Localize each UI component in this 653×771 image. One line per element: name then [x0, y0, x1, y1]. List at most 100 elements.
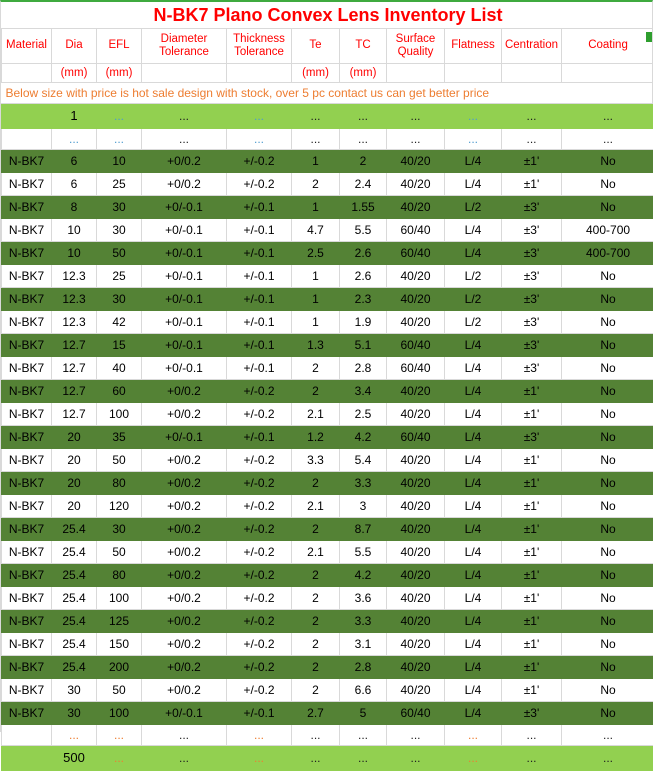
- ellipsis-cell: ...: [445, 104, 502, 129]
- cell-te: 2: [292, 656, 340, 679]
- cell-centration: ±3': [502, 265, 562, 288]
- table-row[interactable]: N-BK72035+0/-0.1+/-0.11.24.260/40L/4±3'N…: [2, 426, 653, 449]
- table-row[interactable]: N-BK725.430+0/0.2+/-0.228.740/20L/4±1'No: [2, 518, 653, 541]
- summary-value: 1: [52, 104, 97, 129]
- ellipsis-cell: ...: [292, 725, 340, 746]
- cell-material: N-BK7: [2, 219, 52, 242]
- table-row[interactable]: N-BK72050+0/0.2+/-0.23.35.440/20L/4±1'No: [2, 449, 653, 472]
- cell-tc: 4.2: [340, 564, 387, 587]
- cell-te: 2: [292, 633, 340, 656]
- cell-material: N-BK7: [2, 495, 52, 518]
- table-row[interactable]: N-BK71030+0/-0.1+/-0.14.75.560/40L/4±3'4…: [2, 219, 653, 242]
- cell-thickness-tolerance: +/-0.2: [227, 472, 292, 495]
- cell-te: 1: [292, 311, 340, 334]
- table-row[interactable]: N-BK712.325+0/-0.1+/-0.112.640/20L/2±3'N…: [2, 265, 653, 288]
- cell-surface-quality: 40/20: [387, 380, 445, 403]
- cell-coating: No: [562, 334, 653, 357]
- cell-thickness-tolerance: +/-0.2: [227, 380, 292, 403]
- cell-diameter-tolerance: +0/-0.1: [142, 357, 227, 380]
- cell-material: N-BK7: [2, 196, 52, 219]
- cell-tc: 2.8: [340, 656, 387, 679]
- cell-material: N-BK7: [2, 357, 52, 380]
- cell-te: 2: [292, 472, 340, 495]
- cell-thickness-tolerance: +/-0.1: [227, 334, 292, 357]
- header-line: Diameter: [161, 33, 208, 45]
- unit-cell: [445, 64, 502, 83]
- cell-thickness-tolerance: +/-0.2: [227, 541, 292, 564]
- ellipsis-cell: [2, 725, 52, 746]
- cell-te: 1.3: [292, 334, 340, 357]
- table-row[interactable]: N-BK725.480+0/0.2+/-0.224.240/20L/4±1'No: [2, 564, 653, 587]
- table-row[interactable]: N-BK712.760+0/0.2+/-0.223.440/20L/4±1'No: [2, 380, 653, 403]
- table-row[interactable]: N-BK7610+0/0.2+/-0.21240/20L/4±1'No: [2, 150, 653, 173]
- ellipsis-cell: ...: [562, 746, 653, 771]
- ellipsis-cell: ...: [142, 746, 227, 771]
- cell-centration: ±1': [502, 610, 562, 633]
- cell-efl: 50: [97, 541, 142, 564]
- table-row[interactable]: N-BK725.4100+0/0.2+/-0.223.640/20L/4±1'N…: [2, 587, 653, 610]
- ellipsis-cell: ...: [292, 746, 340, 771]
- table-row[interactable]: N-BK725.4125+0/0.2+/-0.223.340/20L/4±1'N…: [2, 610, 653, 633]
- column-header-surface-quality: SurfaceQuality: [387, 29, 445, 64]
- table-row[interactable]: N-BK725.4150+0/0.2+/-0.223.140/20L/4±1'N…: [2, 633, 653, 656]
- ellipsis-cell: ...: [52, 129, 97, 150]
- table-row[interactable]: N-BK712.740+0/-0.1+/-0.122.860/40L/4±3'N…: [2, 357, 653, 380]
- table-row[interactable]: N-BK712.7100+0/0.2+/-0.22.12.540/20L/4±1…: [2, 403, 653, 426]
- ellipsis-cell: ...: [502, 104, 562, 129]
- cell-diameter-tolerance: +0/0.2: [142, 541, 227, 564]
- cell-surface-quality: 60/40: [387, 219, 445, 242]
- column-header-flatness: Flatness: [445, 29, 502, 64]
- cell-dia: 12.7: [52, 380, 97, 403]
- table-row[interactable]: N-BK71050+0/-0.1+/-0.12.52.660/40L/4±3'4…: [2, 242, 653, 265]
- cell-thickness-tolerance: +/-0.1: [227, 288, 292, 311]
- table-row[interactable]: N-BK7830+0/-0.1+/-0.111.5540/20L/2±3'No: [2, 196, 653, 219]
- cell-te: 2: [292, 518, 340, 541]
- table-row[interactable]: N-BK725.450+0/0.2+/-0.22.15.540/20L/4±1'…: [2, 541, 653, 564]
- ellipsis-cell: ...: [142, 129, 227, 150]
- table-row[interactable]: N-BK72080+0/0.2+/-0.223.340/20L/4±1'No: [2, 472, 653, 495]
- table-row[interactable]: N-BK720120+0/0.2+/-0.22.1340/20L/4±1'No: [2, 495, 653, 518]
- cell-coating: No: [562, 150, 653, 173]
- cell-centration: ±1': [502, 495, 562, 518]
- unit-cell: [387, 64, 445, 83]
- cell-dia: 30: [52, 679, 97, 702]
- cell-surface-quality: 40/20: [387, 564, 445, 587]
- cell-centration: ±3': [502, 196, 562, 219]
- cell-diameter-tolerance: +0/-0.1: [142, 426, 227, 449]
- cell-tc: 2.8: [340, 357, 387, 380]
- header-line: Tolerance: [234, 46, 284, 58]
- cell-thickness-tolerance: +/-0.2: [227, 610, 292, 633]
- cell-te: 2: [292, 610, 340, 633]
- title-row: N-BK7 Plano Convex Lens Inventory List: [2, 2, 653, 29]
- inventory-sheet: N-BK7 Plano Convex Lens Inventory ListMa…: [0, 0, 653, 732]
- table-row[interactable]: N-BK725.4200+0/0.2+/-0.222.840/20L/4±1'N…: [2, 656, 653, 679]
- inventory-table: N-BK7 Plano Convex Lens Inventory ListMa…: [1, 2, 653, 771]
- table-row[interactable]: N-BK712.330+0/-0.1+/-0.112.340/20L/2±3'N…: [2, 288, 653, 311]
- cell-diameter-tolerance: +0/0.2: [142, 495, 227, 518]
- cell-surface-quality: 40/20: [387, 403, 445, 426]
- cell-tc: 2.3: [340, 288, 387, 311]
- cell-tc: 3.4: [340, 380, 387, 403]
- table-row[interactable]: N-BK7625+0/0.2+/-0.222.440/20L/4±1'No: [2, 173, 653, 196]
- cell-te: 2.1: [292, 403, 340, 426]
- cell-dia: 25.4: [52, 541, 97, 564]
- cell-tc: 4.2: [340, 426, 387, 449]
- summary-row-bottom: 500...........................: [2, 746, 653, 771]
- cell-centration: ±3': [502, 357, 562, 380]
- table-row[interactable]: N-BK730100+0/-0.1+/-0.12.7560/40L/4±3'No: [2, 702, 653, 725]
- column-header-coating: Coating: [562, 29, 653, 64]
- table-row[interactable]: N-BK73050+0/0.2+/-0.226.640/20L/4±1'No: [2, 679, 653, 702]
- ellipsis-cell: ...: [97, 104, 142, 129]
- cell-surface-quality: 40/20: [387, 610, 445, 633]
- cell-tc: 2.6: [340, 242, 387, 265]
- cell-centration: ±1': [502, 380, 562, 403]
- cell-thickness-tolerance: +/-0.1: [227, 357, 292, 380]
- cell-flatness: L/4: [445, 541, 502, 564]
- header-line: TC: [355, 39, 370, 51]
- table-row[interactable]: N-BK712.342+0/-0.1+/-0.111.940/20L/2±3'N…: [2, 311, 653, 334]
- cell-efl: 100: [97, 587, 142, 610]
- cell-flatness: L/4: [445, 495, 502, 518]
- table-row[interactable]: N-BK712.715+0/-0.1+/-0.11.35.160/40L/4±3…: [2, 334, 653, 357]
- ellipsis-cell: ...: [97, 746, 142, 771]
- cell-centration: ±3': [502, 219, 562, 242]
